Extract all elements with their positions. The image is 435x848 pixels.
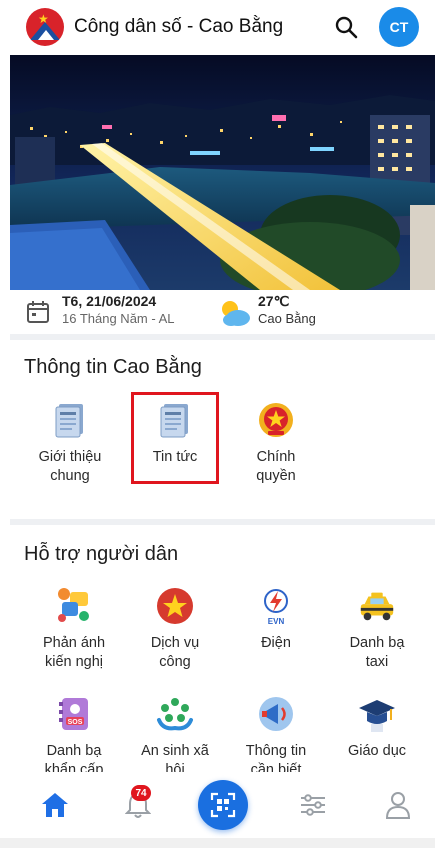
app-title: Công dân số - Cao Bằng — [74, 16, 284, 37]
highlight-box — [131, 392, 219, 484]
taxi-icon — [357, 586, 397, 626]
settings-sliders-icon — [301, 794, 325, 816]
nav-profile[interactable] — [373, 772, 423, 838]
temperature: 27℃ — [258, 293, 290, 309]
tile-label: Điện — [261, 635, 291, 651]
social-welfare-icon — [155, 694, 195, 734]
section-title-support: Hỗ trợ người dân — [24, 543, 179, 565]
tile-gioi-thieu-chung[interactable]: Giới thiệu chung — [30, 400, 110, 486]
tile-an-sinh-xa-hoi[interactable]: An sinh xã hội — [133, 694, 217, 780]
city-night-illustration — [10, 55, 435, 290]
tile-giao-duc[interactable]: Giáo dục — [335, 694, 419, 761]
tile-label: Dịch vụ công — [150, 635, 200, 670]
national-emblem-icon — [256, 400, 296, 440]
current-date: T6, 21/06/2024 — [62, 293, 157, 309]
feedback-icon — [54, 586, 94, 626]
tile-dien[interactable]: EVN Điện — [234, 586, 318, 653]
tile-thong-tin-can-biet[interactable]: Thông tin cần biết — [234, 694, 318, 780]
nav-notifications[interactable]: 74 — [113, 772, 163, 838]
qr-scan-icon — [210, 792, 236, 818]
nav-home[interactable] — [30, 772, 80, 838]
graduation-cap-icon — [357, 694, 397, 734]
avatar[interactable]: CT — [379, 7, 419, 47]
partly-cloudy-icon — [222, 301, 250, 326]
search-icon — [335, 16, 358, 39]
public-service-icon — [155, 586, 195, 626]
section-title-info: Thông tin Cao Bằng — [24, 356, 202, 378]
section-divider — [10, 519, 435, 525]
notification-count-badge: 74 — [131, 785, 151, 801]
tile-chinh-quyen[interactable]: Chính quyền — [236, 400, 316, 486]
calendar-icon — [27, 301, 49, 323]
section-divider — [10, 334, 435, 340]
weather-location: Cao Bằng — [258, 311, 316, 326]
hero-banner-image — [10, 55, 435, 290]
user-icon — [385, 792, 411, 819]
nav-settings[interactable] — [288, 772, 338, 838]
qr-scan-button[interactable] — [198, 780, 248, 830]
tile-label: Giáo dục — [347, 743, 407, 759]
megaphone-icon — [256, 694, 296, 734]
evn-electricity-icon: EVN — [256, 586, 296, 626]
tile-dich-vu-cong[interactable]: Dịch vụ công — [133, 586, 217, 672]
app-header: ★ Công dân số - Cao Bằng CT — [0, 0, 435, 54]
search-button[interactable] — [331, 12, 361, 42]
tile-danh-ba-khan-cap[interactable]: SOS Danh bạ khẩn cấp — [32, 694, 116, 780]
newspaper-icon — [50, 400, 90, 440]
svg-text:SOS: SOS — [68, 719, 83, 726]
tile-label: Phản ánh kiến nghị — [42, 635, 106, 670]
nav-qr-scan[interactable] — [193, 772, 253, 838]
tile-label: Chính quyền — [256, 449, 296, 484]
system-gesture-bar — [0, 838, 435, 848]
sos-contacts-icon: SOS — [54, 694, 94, 734]
lunar-date: 16 Tháng Năm - AL — [62, 311, 175, 326]
tile-phan-anh-kien-nghi[interactable]: Phản ánh kiến nghị — [32, 586, 116, 672]
tile-danh-ba-taxi[interactable]: Danh bạ taxi — [335, 586, 419, 672]
tile-label: Giới thiệu chung — [38, 449, 102, 484]
tile-label: Danh bạ taxi — [349, 635, 405, 670]
cao-bang-emblem-icon: ★ — [26, 8, 64, 46]
svg-text:EVN: EVN — [268, 617, 285, 626]
date-weather-bar: T6, 21/06/2024 16 Tháng Năm - AL 27℃ Cao… — [10, 290, 435, 334]
home-icon — [42, 793, 68, 817]
bottom-navigation: 74 — [0, 772, 435, 838]
